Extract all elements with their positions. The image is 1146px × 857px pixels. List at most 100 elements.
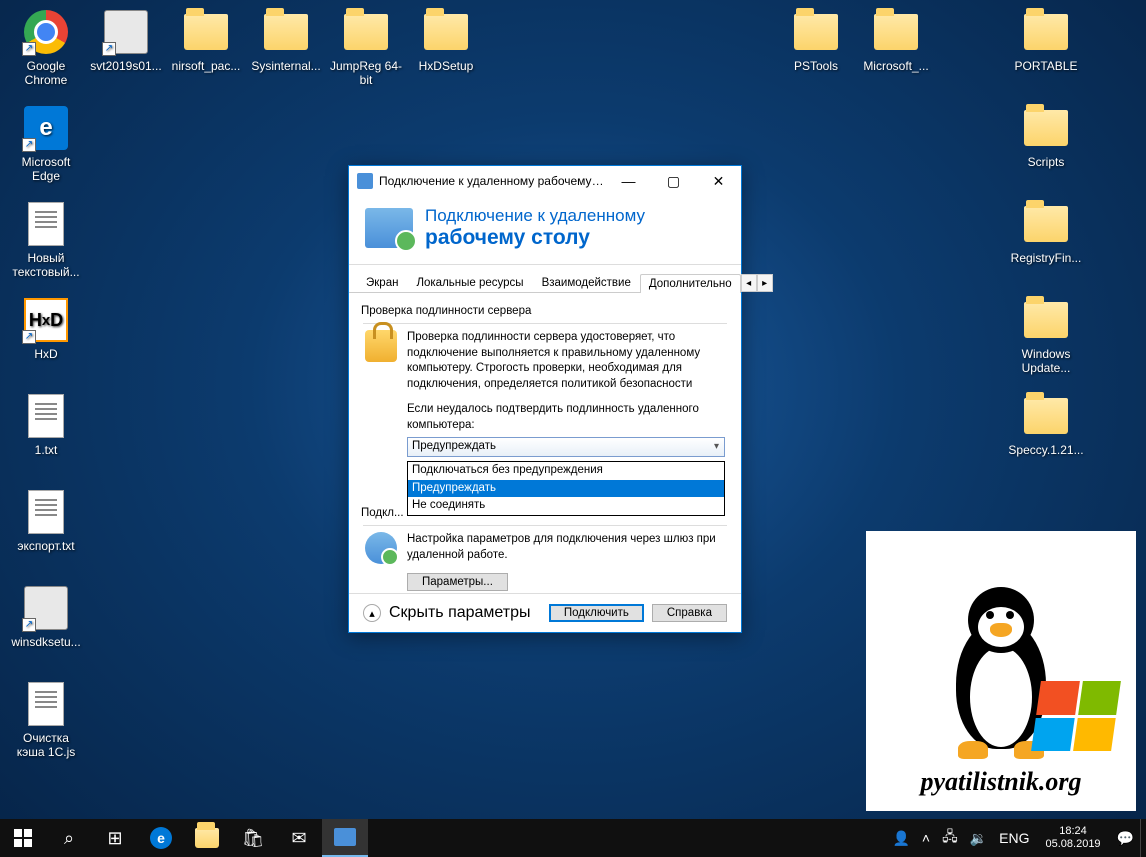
window-header: Подключение к удаленному рабочему столу xyxy=(349,196,741,265)
lock-icon xyxy=(365,330,397,362)
icon-label: RegistryFin... xyxy=(1011,251,1082,265)
connect-button[interactable]: Подключить xyxy=(549,604,644,622)
windows-flag-icon xyxy=(1031,681,1121,751)
help-button[interactable]: Справка xyxy=(652,604,727,622)
tab-row: ЭкранЛокальные ресурсыВзаимодействиеДопо… xyxy=(349,265,741,293)
show-desktop-button[interactable] xyxy=(1140,819,1146,857)
icon-label: Google Chrome xyxy=(8,59,84,87)
group-server-auth: Проверка подлинности сервера удостоверяе… xyxy=(363,323,727,461)
rdp-taskbar-icon[interactable] xyxy=(322,819,368,857)
tab-0[interactable]: Экран xyxy=(357,273,407,292)
desktop-icon[interactable]: Speccy.1.21... xyxy=(1008,392,1084,457)
desktop-icon[interactable]: PORTABLE xyxy=(1008,8,1084,73)
tray-chevron-icon[interactable]: ˄ xyxy=(916,830,936,846)
start-button[interactable] xyxy=(0,819,46,857)
tab-scroll-left[interactable]: ◂ xyxy=(741,274,757,292)
collapse-label[interactable]: Скрыть параметры xyxy=(389,604,531,622)
icon-label: PSTools xyxy=(794,59,838,73)
desktop-icon[interactable]: RegistryFin... xyxy=(1008,200,1084,265)
desktop-icon[interactable]: e↗Microsoft Edge xyxy=(8,104,84,183)
network-icon[interactable]: 🖧 xyxy=(936,826,964,850)
tab-scroll-right[interactable]: ▸ xyxy=(757,274,773,292)
desktop-icon[interactable]: Microsoft_... xyxy=(858,8,934,73)
desktop-icon[interactable]: ↗winsdksetu... xyxy=(8,584,84,649)
icon-label: Scripts xyxy=(1028,155,1065,169)
search-button[interactable]: ⌕ xyxy=(46,819,92,857)
desktop-icon[interactable]: nirsoft_pac... xyxy=(168,8,244,73)
store-taskbar-icon[interactable]: 🛍 xyxy=(230,819,276,857)
header-line1: Подключение к удаленному xyxy=(425,206,645,226)
icon-label: Sysinternal... xyxy=(251,59,320,73)
tab-content: Проверка подлинности сервера Проверка по… xyxy=(349,293,741,613)
taskbar[interactable]: ⌕ ⊞ e 🛍 ✉ 👤 ˄ 🖧 🔉 ENG 18:24 05.08.2019 💬 xyxy=(0,819,1146,857)
desktop-icon[interactable]: ↗Google Chrome xyxy=(8,8,84,87)
icon-label: Speccy.1.21... xyxy=(1008,443,1083,457)
dropdown-option[interactable]: Предупреждать xyxy=(408,480,724,498)
titlebar[interactable]: Подключение к удаленному рабочему с... —… xyxy=(349,166,741,196)
icon-label: экспорт.txt xyxy=(17,539,74,553)
minimize-button[interactable]: — xyxy=(606,166,651,196)
volume-icon[interactable]: 🔉 xyxy=(964,830,993,847)
desktop-icon[interactable]: экспорт.txt xyxy=(8,488,84,553)
rdp-logo-icon xyxy=(365,208,413,248)
group-gateway: Настройка параметров для подключения чер… xyxy=(363,525,727,595)
notifications-icon[interactable]: 💬 xyxy=(1111,830,1140,847)
icon-label: nirsoft_pac... xyxy=(172,59,241,73)
explorer-taskbar-icon[interactable] xyxy=(184,819,230,857)
watermark-image: pyatilistnik.org xyxy=(866,531,1136,811)
icon-label: Microsoft_... xyxy=(863,59,928,73)
group2-text: Настройка параметров для подключения чер… xyxy=(407,532,725,563)
tab-1[interactable]: Локальные ресурсы xyxy=(407,273,532,292)
group1-text: Проверка подлинности сервера удостоверяе… xyxy=(407,330,725,392)
watermark-text: pyatilistnik.org xyxy=(920,759,1081,811)
collapse-button[interactable]: ▴ xyxy=(363,604,381,622)
dropdown-option[interactable]: Не соединять xyxy=(408,497,724,515)
desktop-icon[interactable]: 1.txt xyxy=(8,392,84,457)
icon-label: 1.txt xyxy=(35,443,58,457)
maximize-button[interactable]: ▢ xyxy=(651,166,696,196)
desktop-icon[interactable]: Sysinternal... xyxy=(248,8,324,73)
icon-label: Новый текстовый... xyxy=(8,251,84,279)
icon-label: winsdksetu... xyxy=(11,635,80,649)
icon-label: HxD xyxy=(34,347,57,361)
system-tray: 👤 ˄ 🖧 🔉 ENG 18:24 05.08.2019 💬 xyxy=(886,819,1146,857)
window-title: Подключение к удаленному рабочему с... xyxy=(379,174,606,188)
desktop-icon[interactable]: Scripts xyxy=(1008,104,1084,169)
icon-label: Очистка кэша 1C.js xyxy=(8,731,84,759)
desktop-icon[interactable]: JumpReg 64-bit xyxy=(328,8,404,87)
auth-combo[interactable]: Предупреждать xyxy=(407,437,725,457)
taskview-button[interactable]: ⊞ xyxy=(92,819,138,857)
clock-time: 18:24 xyxy=(1046,825,1101,838)
icon-label: PORTABLE xyxy=(1015,59,1078,73)
people-icon[interactable]: 👤 xyxy=(886,830,915,847)
desktop-icon[interactable]: ↗svt2019s01... xyxy=(88,8,164,73)
icon-label: Microsoft Edge xyxy=(8,155,84,183)
gateway-params-button[interactable]: Параметры... xyxy=(407,573,508,591)
group1-title: Проверка подлинности сервера xyxy=(359,301,731,323)
desktop-icon[interactable]: Новый текстовый... xyxy=(8,200,84,279)
rdp-window: Подключение к удаленному рабочему с... —… xyxy=(348,165,742,633)
dropdown-option[interactable]: Подключаться без предупреждения xyxy=(408,462,724,480)
icon-label: JumpReg 64-bit xyxy=(328,59,404,87)
icon-label: Windows Update... xyxy=(1008,347,1084,375)
desktop-icon[interactable]: PSTools xyxy=(778,8,854,73)
header-line2: рабочему столу xyxy=(425,226,645,250)
gateway-icon xyxy=(365,532,397,564)
rdp-icon xyxy=(357,173,373,189)
tab-2[interactable]: Взаимодействие xyxy=(533,273,640,292)
desktop-icon[interactable]: HxD↗HxD xyxy=(8,296,84,361)
desktop-icon[interactable]: Очистка кэша 1C.js xyxy=(8,680,84,759)
mail-taskbar-icon[interactable]: ✉ xyxy=(276,819,322,857)
close-button[interactable]: ✕ xyxy=(696,166,741,196)
group1-prompt: Если неудалось подтвердить подлинность у… xyxy=(407,402,725,433)
desktop-icon[interactable]: Windows Update... xyxy=(1008,296,1084,375)
icon-label: HxDSetup xyxy=(419,59,474,73)
edge-taskbar-icon[interactable]: e xyxy=(138,819,184,857)
clock[interactable]: 18:24 05.08.2019 xyxy=(1036,825,1111,851)
window-footer: ▴ Скрыть параметры Подключить Справка xyxy=(349,593,741,632)
icon-label: svt2019s01... xyxy=(90,59,161,73)
desktop-icon[interactable]: HxDSetup xyxy=(408,8,484,73)
tab-3[interactable]: Дополнительно xyxy=(640,274,741,293)
language-indicator[interactable]: ENG xyxy=(993,830,1035,846)
auth-dropdown: Подключаться без предупрежденияПредупреж… xyxy=(407,461,725,516)
